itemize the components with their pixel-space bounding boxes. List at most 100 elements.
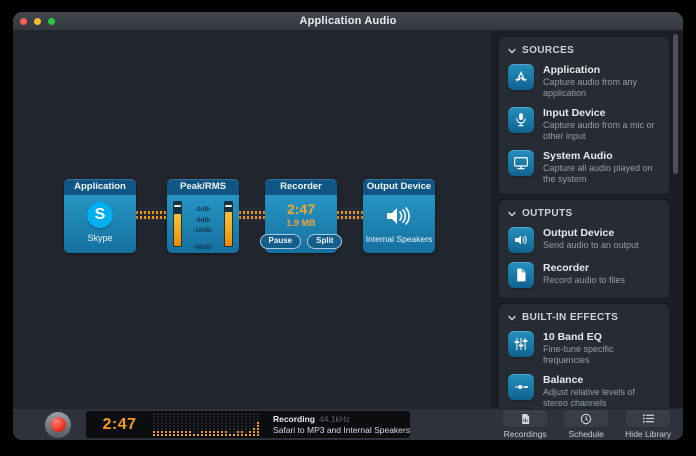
item-description: Capture audio from a mic or other input — [543, 120, 660, 141]
minimize-window-button[interactable] — [34, 18, 41, 25]
skype-icon: S — [87, 202, 113, 228]
hide-library-button[interactable]: Hide Library — [625, 411, 671, 439]
item-text: 10 Band EQ Fine-tune specific frequencie… — [543, 331, 660, 365]
main-content: Application S Skype Peak/RMS — [13, 31, 683, 409]
pipeline-canvas[interactable]: Application S Skype Peak/RMS — [13, 31, 491, 409]
db-scale-labels: -3dB- -9dB- -18dB- -48dB- — [185, 201, 221, 251]
library-item-output-device[interactable]: Output Device Send audio to an output — [508, 227, 660, 253]
item-title: Recorder — [543, 262, 660, 274]
section-header-effects[interactable]: BUILT-IN EFFECTS — [508, 312, 660, 323]
section-outputs: OUTPUTS Output Device Send audio to an o… — [499, 200, 669, 298]
session-route: Safari to MP3 and Internal Speakers — [273, 425, 410, 436]
microphone-icon — [508, 107, 534, 133]
file-icon — [508, 262, 534, 288]
connector-dashes — [239, 216, 265, 219]
item-description: Capture audio from any application — [543, 77, 660, 98]
item-text: Balance Adjust relative levels of stereo… — [543, 374, 660, 408]
button-label: Recordings — [504, 429, 547, 439]
node-source-label: Skype — [87, 233, 112, 243]
library-item-system-audio[interactable]: System Audio Capture all audio played on… — [508, 150, 660, 184]
node-header: Peak/RMS — [167, 179, 239, 195]
db-label: -3dB- — [195, 206, 212, 213]
zoom-window-button[interactable] — [48, 18, 55, 25]
node-peak-rms[interactable]: Peak/RMS -3dB- -9dB- -18dB- -48dB- — [167, 179, 239, 253]
speaker-icon — [384, 203, 414, 229]
item-title: System Audio — [543, 150, 660, 162]
chevron-down-icon — [508, 315, 516, 321]
peak-hold-indicator — [174, 205, 181, 207]
item-title: Balance — [543, 374, 660, 386]
recorder-controls: Pause Split — [260, 234, 343, 249]
close-window-button[interactable] — [20, 18, 27, 25]
record-button[interactable] — [45, 412, 71, 438]
recordings-button[interactable]: Recordings — [503, 411, 547, 439]
button-label: Hide Library — [625, 429, 671, 439]
node-header: Output Device — [363, 179, 435, 195]
library-item-application[interactable]: Application Capture audio from any appli… — [508, 64, 660, 98]
schedule-icon — [564, 411, 608, 427]
item-description: Fine-tune specific frequencies — [543, 344, 660, 365]
window-title: Application Audio — [299, 15, 396, 27]
section-header-sources[interactable]: SOURCES — [508, 45, 660, 56]
section-title: BUILT-IN EFFECTS — [522, 312, 618, 323]
db-label: -9dB- — [195, 217, 212, 224]
hide-library-icon — [626, 411, 670, 427]
item-title: Input Device — [543, 107, 660, 119]
node-output-device[interactable]: Output Device Internal Speakers — [363, 179, 435, 253]
node-body: S Skype — [64, 195, 136, 253]
node-output-label: Internal Speakers — [366, 234, 433, 244]
connector-dashes — [337, 211, 363, 214]
item-text: Input Device Capture audio from a mic or… — [543, 107, 660, 141]
pause-button[interactable]: Pause — [260, 234, 302, 249]
application-icon — [508, 64, 534, 90]
split-button[interactable]: Split — [307, 234, 342, 249]
library-item-input-device[interactable]: Input Device Capture audio from a mic or… — [508, 107, 660, 141]
item-text: Recorder Record audio to files — [543, 262, 660, 288]
button-label: Schedule — [568, 429, 603, 439]
recording-status: Recording — [273, 414, 315, 424]
node-body: Internal Speakers — [363, 195, 435, 253]
audio-connector — [136, 208, 167, 221]
connector-dashes — [136, 211, 167, 214]
audio-connector — [337, 208, 363, 221]
chevron-down-icon — [508, 48, 516, 54]
right-level-meter — [224, 201, 233, 247]
sidebar-scrollbar[interactable] — [673, 34, 678, 174]
connector-dashes — [337, 216, 363, 219]
sample-rate: 44.1kHz — [319, 414, 350, 424]
item-text: System Audio Capture all audio played on… — [543, 150, 660, 184]
display-icon — [508, 150, 534, 176]
library-item-10-band-eq[interactable]: 10 Band EQ Fine-tune specific frequencie… — [508, 331, 660, 365]
eq-sliders-icon — [508, 331, 534, 357]
speaker-icon — [508, 227, 534, 253]
node-header: Application — [64, 179, 136, 195]
library-item-balance[interactable]: Balance Adjust relative levels of stereo… — [508, 374, 660, 408]
toolbar-buttons: Recordings Schedule Hide Library — [503, 411, 671, 439]
library-sidebar: SOURCES Application Capture audio from a… — [491, 31, 683, 409]
section-title: OUTPUTS — [522, 208, 573, 219]
schedule-button[interactable]: Schedule — [564, 411, 608, 439]
node-header: Recorder — [265, 179, 337, 195]
section-sources: SOURCES Application Capture audio from a… — [499, 37, 669, 194]
vu-meter — [153, 413, 259, 436]
item-description: Record audio to files — [543, 275, 660, 286]
db-label: -18dB- — [193, 227, 213, 234]
peak-hold-indicator — [225, 205, 232, 207]
app-window: Application Audio Application S — [13, 12, 683, 440]
left-level-meter — [173, 201, 182, 247]
node-body: 2:47 1.9 MB Pause Split — [265, 195, 337, 253]
meter-fill — [174, 214, 181, 246]
node-application[interactable]: Application S Skype — [64, 179, 136, 253]
section-built-in-effects: BUILT-IN EFFECTS 10 Band EQ Fine-tune sp… — [499, 304, 669, 409]
node-body: -3dB- -9dB- -18dB- -48dB- — [167, 195, 239, 253]
node-recorder[interactable]: Recorder 2:47 1.9 MB Pause Split — [265, 179, 337, 253]
balance-slider-icon — [508, 374, 534, 400]
library-item-recorder[interactable]: Recorder Record audio to files — [508, 262, 660, 288]
db-label: -48dB- — [193, 244, 213, 251]
item-title: 10 Band EQ — [543, 331, 660, 343]
level-meters: -3dB- -9dB- -18dB- -48dB- — [173, 201, 233, 251]
section-header-outputs[interactable]: OUTPUTS — [508, 208, 660, 219]
item-title: Output Device — [543, 227, 660, 239]
item-description: Send audio to an output — [543, 240, 660, 251]
meter-fill — [225, 212, 232, 246]
